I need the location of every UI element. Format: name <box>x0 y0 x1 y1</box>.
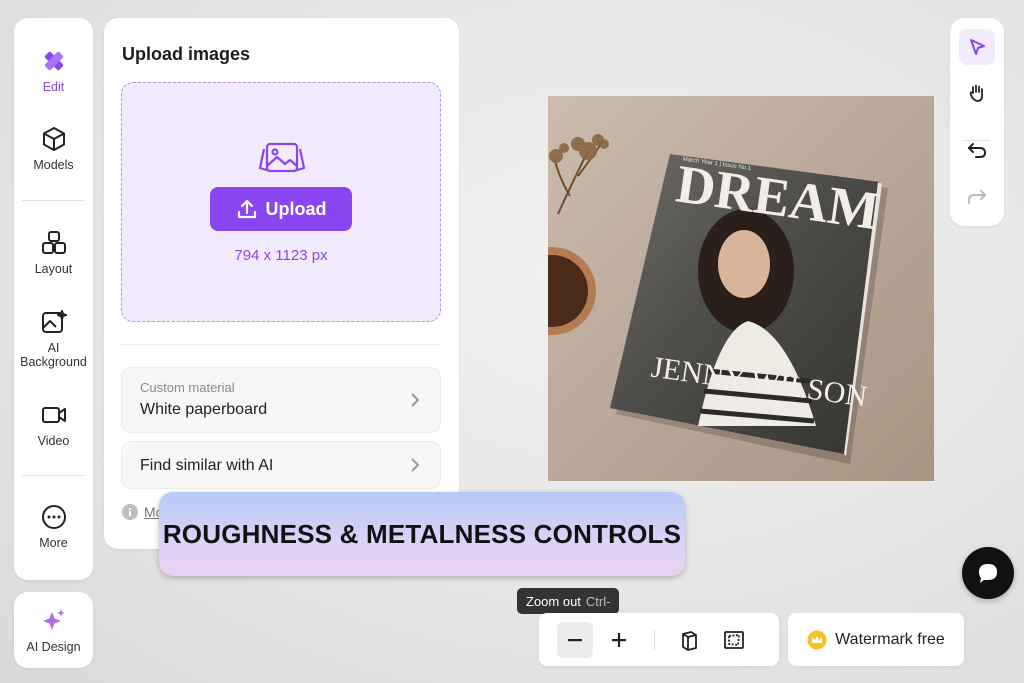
find-similar-label: Find similar with AI <box>140 457 274 474</box>
hand-icon <box>969 84 983 102</box>
video-camera-icon <box>41 407 66 423</box>
upload-dropzone[interactable]: Upload 794 x 1123 px <box>121 82 441 322</box>
tooltip-label: Zoom out <box>526 593 581 609</box>
panel-title: Upload images <box>122 44 251 64</box>
ai-design-label: AI Design <box>26 640 81 654</box>
feature-banner: ROUGHNESS & METALNESS CONTROLS <box>159 492 685 576</box>
sidebar-item-label: Models <box>33 158 74 172</box>
sparkle-icon <box>42 609 65 630</box>
cursor-arrow-icon <box>970 39 985 55</box>
info-link[interactable]: Mo <box>122 504 163 520</box>
pencil-ruler-icon <box>44 51 63 71</box>
material-value: White paperboard <box>140 401 268 418</box>
info-icon <box>122 504 138 520</box>
images-icon <box>258 142 306 173</box>
upload-button-label: Upload <box>265 198 327 219</box>
minus-icon <box>568 639 582 642</box>
undo-button[interactable] <box>959 132 995 168</box>
stacked-boxes-icon <box>41 231 66 254</box>
chat-bubble-icon <box>979 564 997 583</box>
box-3d-icon <box>682 631 697 651</box>
more-dots-icon <box>41 505 66 529</box>
watermark-label: Watermark free <box>835 630 945 648</box>
sidebar-item-label: More <box>39 536 68 550</box>
3d-view-button[interactable] <box>672 622 708 658</box>
zoom-out-tooltip: Zoom out Ctrl- <box>517 588 620 619</box>
sidebar-item-layout[interactable]: Layout <box>14 230 93 276</box>
chevron-right-icon <box>411 458 420 472</box>
select-tool[interactable] <box>959 29 995 65</box>
sidebar-item-edit[interactable]: Edit <box>14 48 93 94</box>
sidebar-item-video[interactable]: Video <box>14 402 93 448</box>
undo-icon <box>968 143 986 158</box>
left-sidebar: Edit Models Layout AI Background Video M… <box>14 18 93 580</box>
zoom-controls <box>539 613 779 666</box>
canvas-preview-image[interactable]: DREAM JENNY WILSON March Year 1 | Issue … <box>548 96 934 481</box>
upload-button[interactable]: Upload <box>210 187 352 231</box>
sidebar-item-label: Layout <box>34 262 73 276</box>
canvas-tools <box>950 18 1004 226</box>
hand-tool[interactable] <box>959 75 995 111</box>
watermark-free-button[interactable]: Watermark free <box>788 613 964 666</box>
sidebar-item-ai-background[interactable]: AI Background <box>14 309 93 369</box>
material-label: Custom material <box>140 380 235 395</box>
tooltip-shortcut: Ctrl- <box>585 593 611 609</box>
sidebar-item-label: Video <box>37 434 70 448</box>
redo-button[interactable] <box>959 179 995 215</box>
upload-icon <box>237 199 256 219</box>
sidebar-item-label: Edit <box>42 80 65 94</box>
plus-icon <box>612 633 626 647</box>
chat-support-button[interactable] <box>962 547 1014 599</box>
ai-design-item: AI Design <box>14 608 93 654</box>
ai-image-icon <box>41 310 67 333</box>
sidebar-divider <box>22 200 85 201</box>
redo-icon <box>968 190 986 204</box>
sidebar-divider <box>22 475 85 476</box>
sidebar-item-more[interactable]: More <box>14 504 93 550</box>
find-similar-button[interactable]: Find similar with AI <box>121 441 441 489</box>
ai-design-button[interactable]: AI Design <box>14 592 93 668</box>
zoom-in-button[interactable] <box>601 622 637 658</box>
zoom-divider <box>654 630 655 650</box>
crown-coin-icon <box>807 630 827 649</box>
chevron-right-icon <box>411 393 420 407</box>
cube-icon <box>42 127 65 151</box>
zoom-out-button[interactable] <box>557 622 593 658</box>
sidebar-item-models[interactable]: Models <box>14 126 93 172</box>
panel-divider <box>121 344 441 345</box>
custom-material-selector[interactable]: Custom material White paperboard <box>121 367 441 433</box>
sidebar-item-label-line1: AI <box>47 341 60 355</box>
sidebar-item-label-line2: Background <box>20 355 87 369</box>
frame-perspective-icon <box>724 631 744 649</box>
flat-view-button[interactable] <box>716 622 752 658</box>
upload-panel: Upload images Upload 794 x 1123 px Custo… <box>104 18 459 549</box>
size-hint: 794 x 1123 px <box>234 247 328 264</box>
